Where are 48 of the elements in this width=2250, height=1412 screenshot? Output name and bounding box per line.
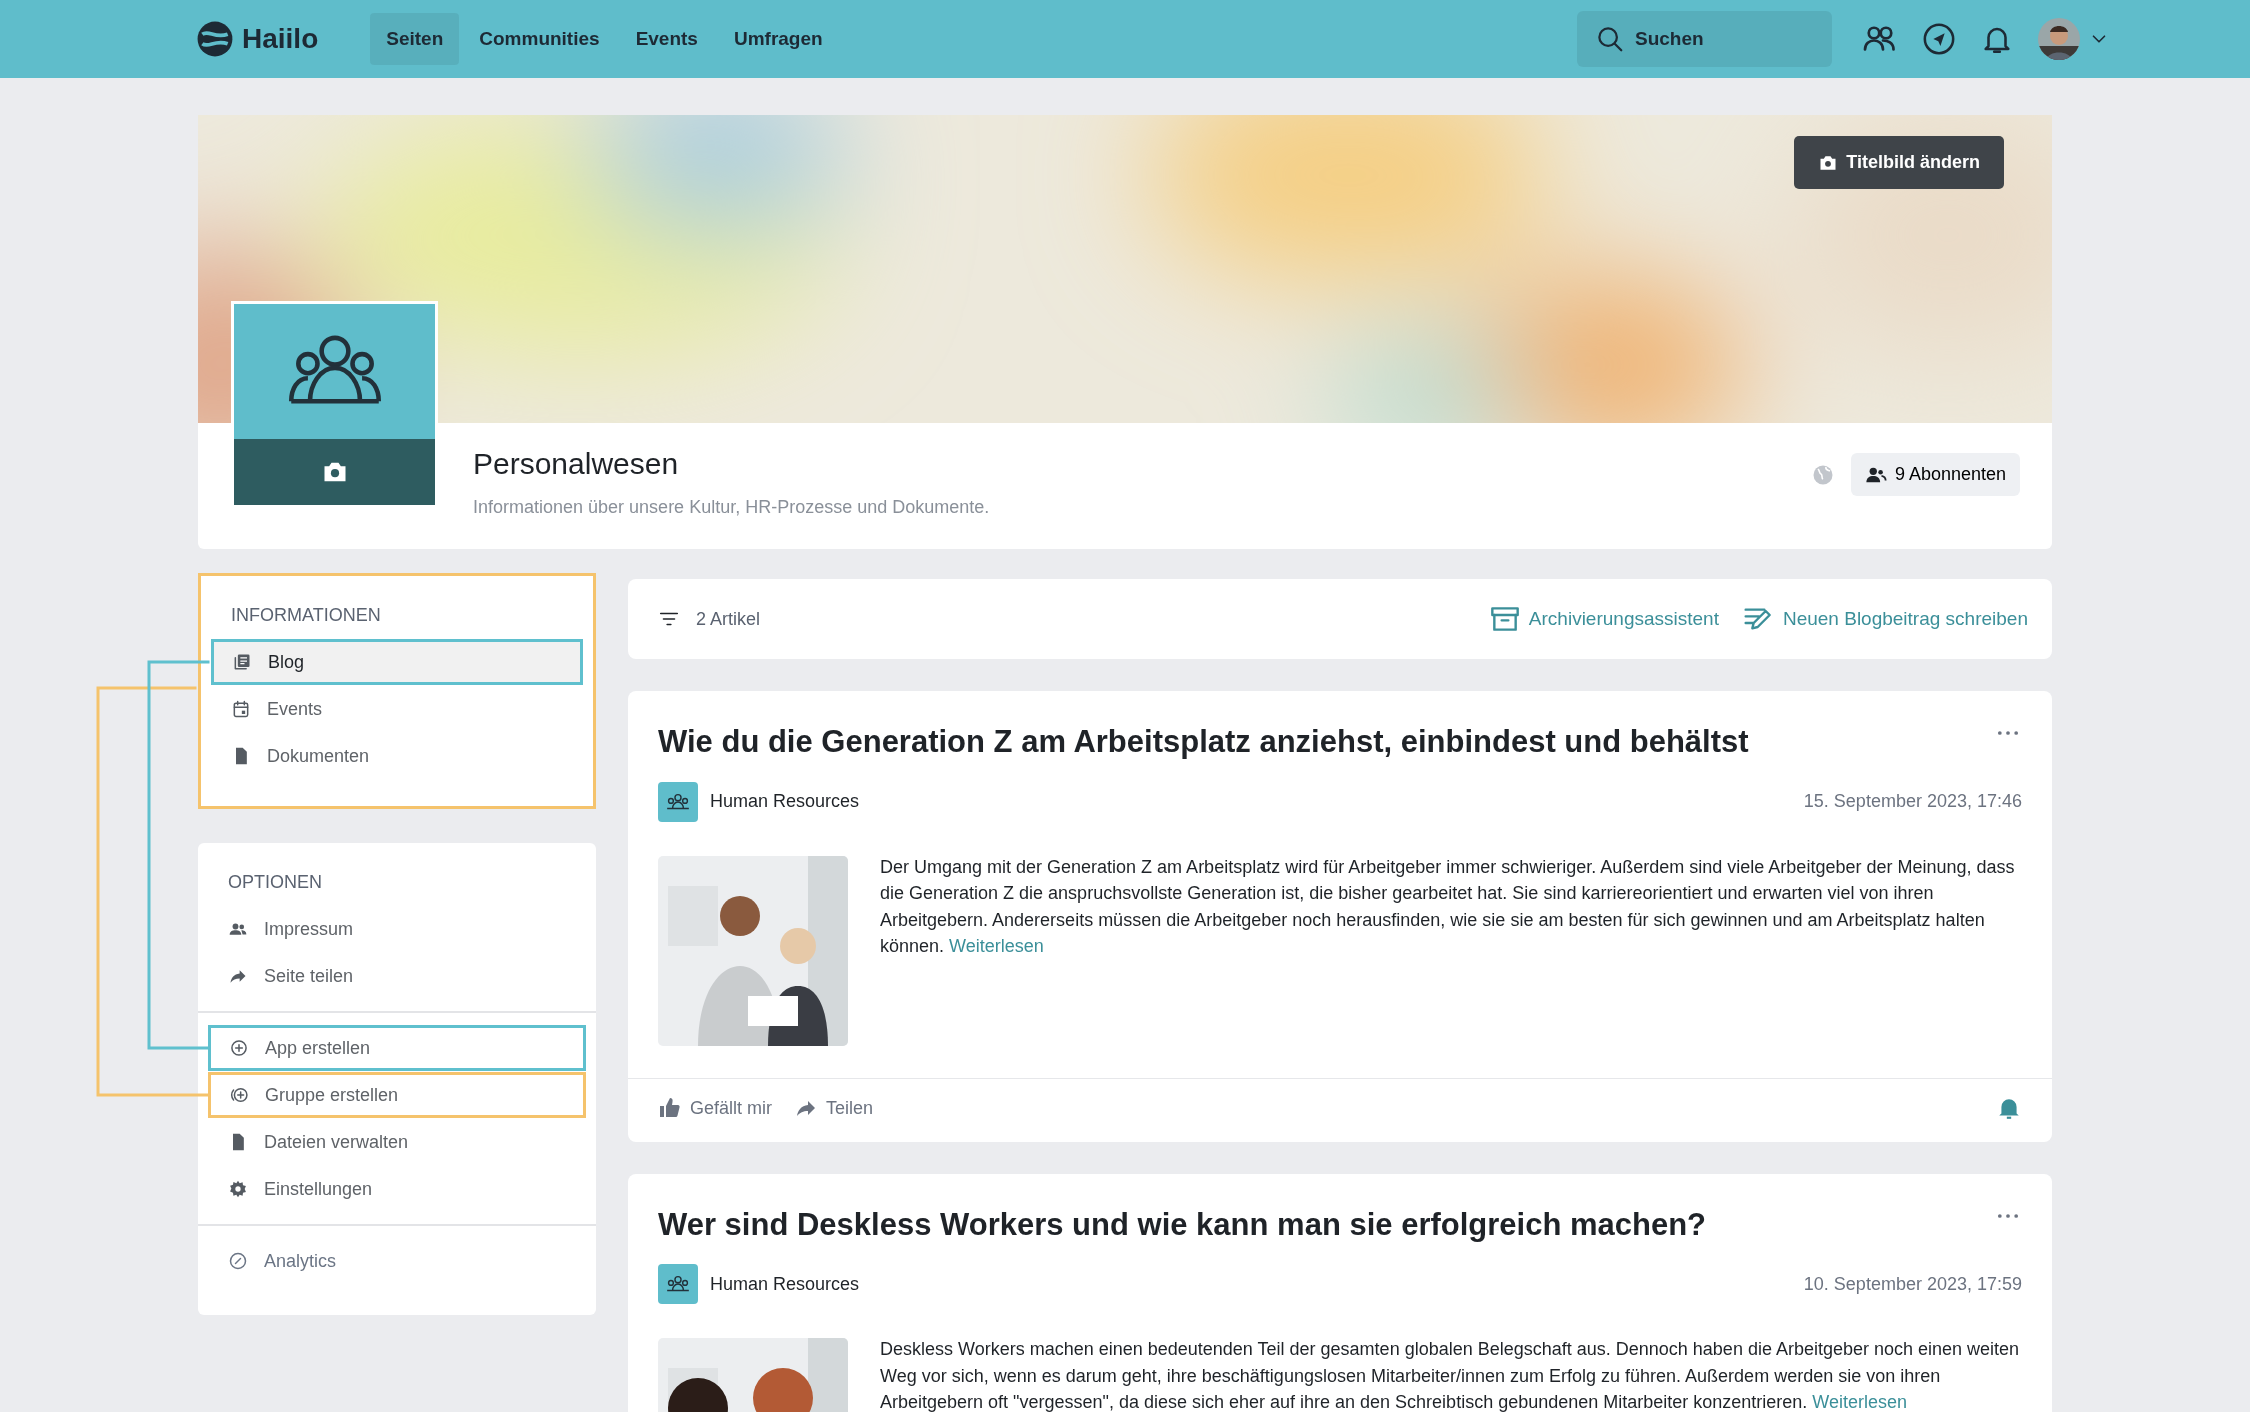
sidebar-item[interactable]: Impressum <box>208 906 586 952</box>
sidebar-item[interactable]: App erstellen <box>208 1025 586 1071</box>
sidebar-item[interactable]: Gruppe erstellen <box>208 1072 586 1118</box>
group-plus-icon <box>229 1085 249 1105</box>
navigation-icon[interactable] <box>1922 22 1956 56</box>
calendar-icon <box>231 699 251 719</box>
post-excerpt: Deskless Workers machen einen bedeutenden Teil der gesamten globalen Belegschaft aus. Dennoch haben die Arbeitgeber noch einen weiten Weg vor sich, wenn es darum geht, ihre beschäftigungslosen Mitarbeiter/innen zum Erfolg zu führen. Außerdem werden sie von ihren Arbeitgebern oft "vergessen", da diese sich eher auf ihre an den Schreibtisch gebundenen Mitarbeiter konzentrieren. Weiterlesen <box>880 1338 2021 1412</box>
logo-icon <box>196 20 234 58</box>
group-link[interactable]: Human Resources <box>710 1270 860 1298</box>
nav-link[interactable]: Events <box>619 12 714 66</box>
nav-link[interactable]: Seiten <box>370 12 460 66</box>
nav-link[interactable]: Umfragen <box>717 12 839 66</box>
article-count: 2 Artikel <box>696 607 761 631</box>
post-action-button[interactable]: Teilen <box>794 1094 874 1122</box>
settings-icon <box>228 1179 248 1199</box>
sidebar-item[interactable]: Einstellungen <box>208 1166 586 1212</box>
read-more-link[interactable]: Weiterlesen <box>1812 1392 1908 1412</box>
sidebar-item[interactable]: Seite teilen <box>208 953 586 999</box>
sidebar-item[interactable]: Analytics <box>208 1238 586 1284</box>
post-date: 10. September 2023, 17:59 <box>1803 1272 2022 1296</box>
gauge-icon <box>228 1251 248 1271</box>
sidebar-item[interactable]: Blog <box>211 639 583 685</box>
page-description: Informationen über unsere Kultur, HR-Prozesse und Dokumente. <box>473 496 990 519</box>
thumbs-up-icon <box>658 1096 682 1120</box>
section-heading: OPTIONEN <box>227 871 323 894</box>
read-more-link[interactable]: Weiterlesen <box>949 936 1044 956</box>
post-excerpt: Der Umgang mit der Generation Z am Arbeitsplatz wird für Arbeitgeber immer schwieriger. Außerdem sind viele Arbeitgeber der Meinung, dass die Generation Z die anspruchsvollste Generation ist, die bisher gearbeitet hat. Sie sind karriereorientiert und erwarten viel von ihren Arbeitgebern. Andererseits müssen die Arbeitgeber noch herausfinden, wie sie sie am besten für sich gewinnen und am Arbeitsplatz halten können. Weiterlesen <box>880 855 2016 958</box>
change-cover-button[interactable]: Titelbild ändern <box>1794 136 2004 189</box>
subscribers-button[interactable]: 9 Abonnenten <box>1850 453 2020 496</box>
nav-link[interactable]: Communities <box>463 12 616 66</box>
sidebar-item[interactable]: Dokumenten <box>211 733 583 779</box>
post-action-button[interactable]: Gefällt mir <box>658 1094 772 1122</box>
plus-circle-icon <box>229 1038 249 1058</box>
document-stack-icon <box>232 652 252 672</box>
sidebar-item[interactable]: Dateien verwalten <box>208 1119 586 1165</box>
post-title: Wie du die Generation Z am Arbeitsplatz anziehst, einbindest und behältst <box>658 723 1750 761</box>
brand-name[interactable]: Haiilo <box>242 18 319 60</box>
user-avatar[interactable] <box>2038 18 2080 60</box>
section-heading: INFORMATIONEN <box>230 604 382 627</box>
group-link[interactable]: Human Resources <box>710 788 860 815</box>
search-icon <box>1595 24 1625 54</box>
post-date: 15. September 2023, 17:46 <box>1803 790 2022 813</box>
sidebar-item[interactable]: Events <box>211 686 583 732</box>
page-avatar[interactable] <box>231 301 438 508</box>
toolbar-link[interactable]: Neuen Blogbeitrag schreiben <box>1742 603 2028 635</box>
post-title: Wer sind Deskless Workers und wie kann man sie erfolgreich machen? <box>658 1205 1708 1244</box>
toolbar-link[interactable]: Archivierungsassistent <box>1488 603 1719 635</box>
page-title: Personalwesen <box>473 446 680 482</box>
